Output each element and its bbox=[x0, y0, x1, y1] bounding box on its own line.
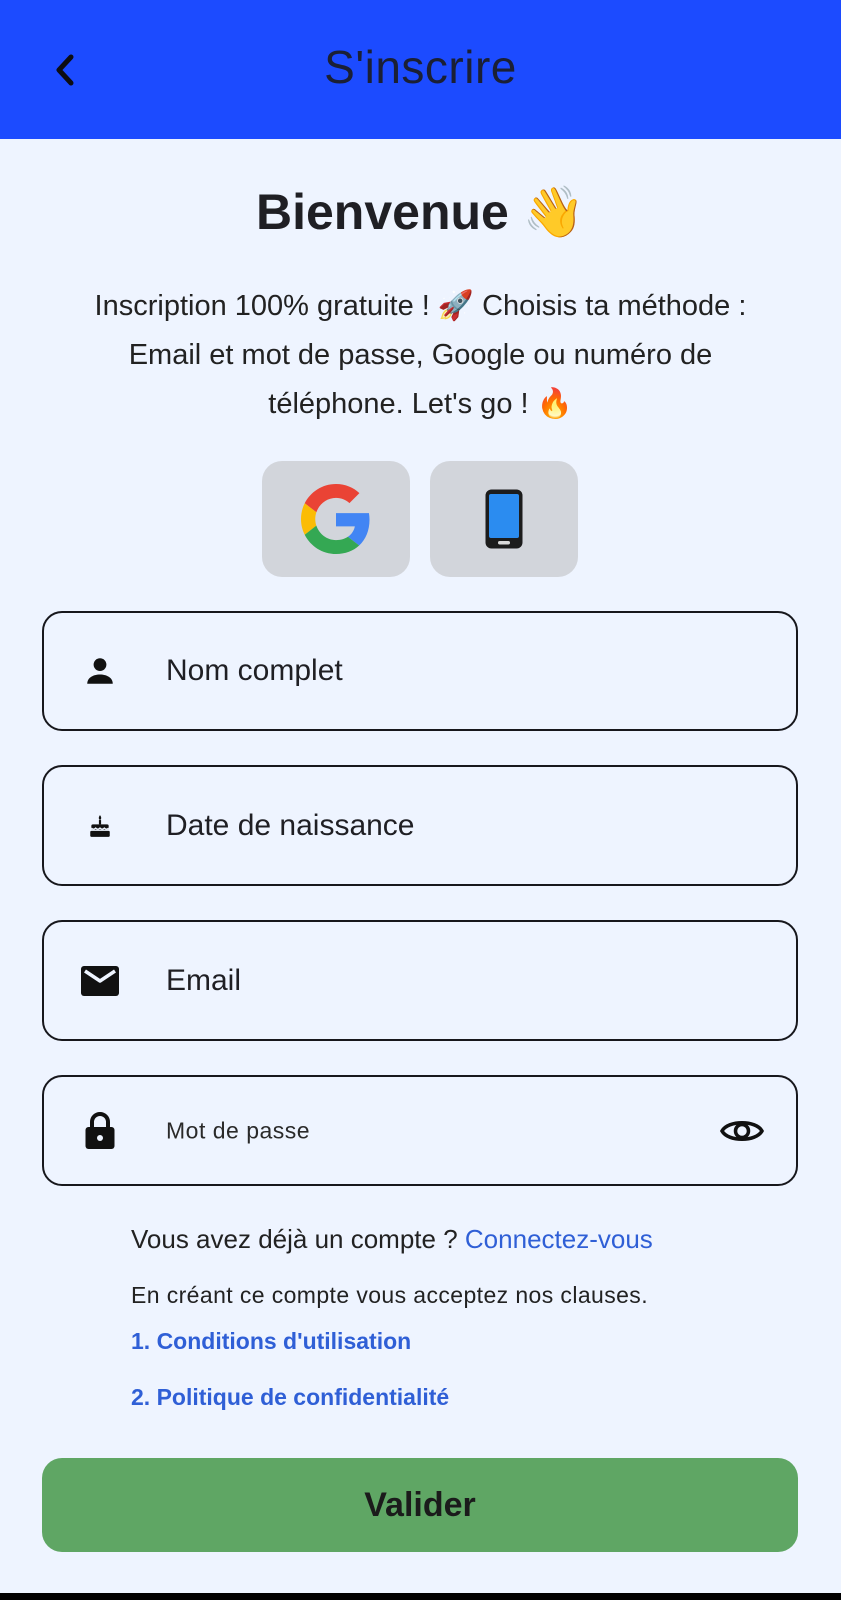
phone-signin-button[interactable] bbox=[430, 461, 578, 577]
login-link[interactable]: Connectez-vous bbox=[465, 1224, 653, 1254]
person-icon bbox=[80, 651, 120, 691]
birthdate-field[interactable]: Date de naissance bbox=[42, 765, 798, 886]
intro-text: Inscription 100% gratuite ! 🚀 Choisis ta… bbox=[40, 282, 801, 429]
envelope-icon bbox=[80, 961, 120, 1001]
terms-text: En créant ce compte vous acceptez nos cl… bbox=[131, 1282, 648, 1308]
intro-line-2: Email et mot de passe, Google ou numéro … bbox=[128, 339, 713, 371]
mobile-phone-icon bbox=[485, 489, 523, 549]
cake-icon bbox=[80, 806, 120, 846]
intro-line-3: téléphone. Let's go ! 🔥 bbox=[268, 388, 573, 420]
password-placeholder: Mot de passe bbox=[166, 1117, 311, 1143]
google-icon bbox=[301, 484, 370, 554]
password-field[interactable]: Mot de passe bbox=[42, 1075, 798, 1186]
full-name-field[interactable]: Nom complet bbox=[42, 611, 798, 731]
birthdate-placeholder: Date de naissance bbox=[166, 808, 415, 842]
submit-button[interactable]: Valider bbox=[42, 1458, 798, 1552]
page-title: S'inscrire bbox=[324, 41, 517, 93]
email-field[interactable]: Email bbox=[42, 920, 798, 1041]
login-question: Vous avez déjà un compte ? bbox=[131, 1224, 458, 1254]
conditions-link[interactable]: 1. Conditions d'utilisation bbox=[131, 1328, 411, 1355]
app-bar: S'inscrire bbox=[0, 0, 841, 139]
intro-line-1: Inscription 100% gratuite ! 🚀 Choisis ta… bbox=[94, 290, 747, 322]
privacy-policy-link[interactable]: 2. Politique de confidentialité bbox=[131, 1384, 449, 1411]
toggle-password-visibility-button[interactable] bbox=[720, 1109, 764, 1153]
login-prompt: Vous avez déjà un compte ? Connectez-vou… bbox=[131, 1224, 653, 1255]
full-name-placeholder: Nom complet bbox=[166, 654, 343, 687]
email-placeholder: Email bbox=[166, 963, 242, 997]
welcome-title: Bienvenue bbox=[255, 184, 509, 240]
lock-icon bbox=[80, 1111, 120, 1151]
welcome-heading: Bienvenue 👋 bbox=[0, 183, 841, 242]
google-signin-button[interactable] bbox=[262, 461, 410, 577]
bottom-edge-bar bbox=[0, 1593, 841, 1600]
waving-hand-emoji: 👋 bbox=[522, 184, 586, 240]
eye-icon bbox=[720, 1120, 764, 1141]
